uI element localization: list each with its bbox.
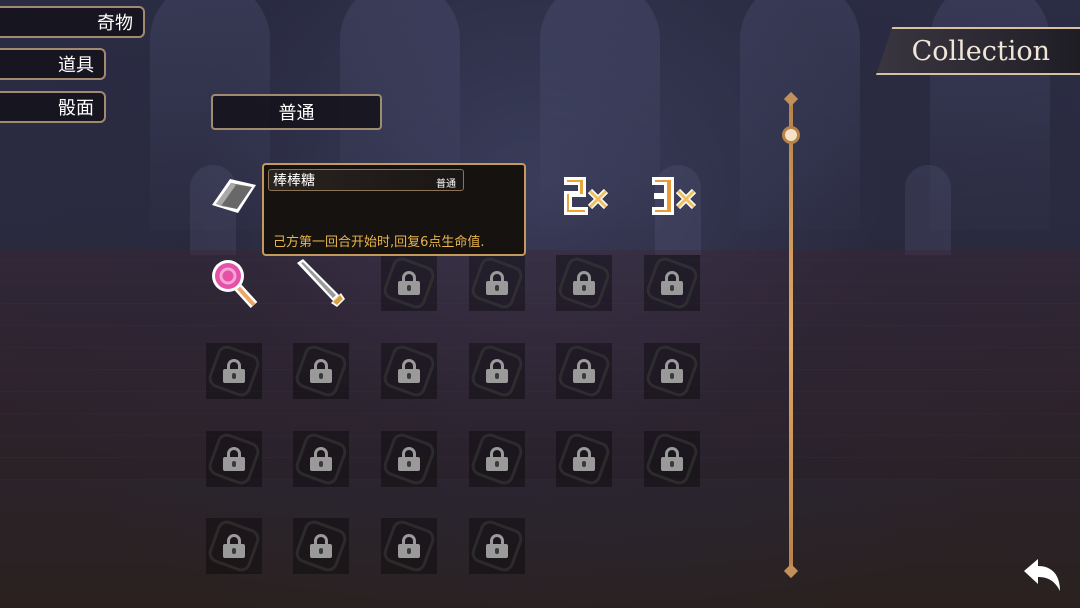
page-title: Collection [911, 35, 1050, 67]
item-slot-locked[interactable] [292, 430, 350, 488]
item-slot-locked[interactable] [643, 254, 701, 312]
back-button[interactable] [1020, 555, 1064, 595]
item-slot-locked[interactable] [205, 430, 263, 488]
item-slot-locked[interactable] [555, 430, 613, 488]
tab-label: 骰面 [58, 98, 94, 119]
lock-icon [398, 534, 420, 558]
tab-oddities[interactable]: 奇物 [0, 6, 145, 38]
lock-icon [223, 447, 245, 471]
tab-label: 道具 [58, 55, 94, 76]
tooltip-description: 己方第一回合开始时,回复6点生命值. [273, 235, 485, 250]
item-slot-locked[interactable] [380, 342, 438, 400]
item-slot-locked[interactable] [468, 342, 526, 400]
lock-icon [573, 359, 595, 383]
lock-icon [573, 447, 595, 471]
lock-icon [486, 271, 508, 295]
tooltip-rarity: 普通 [436, 179, 456, 190]
item-slot-locked[interactable] [468, 430, 526, 488]
item-slot-locked[interactable] [292, 517, 350, 575]
item-slot-locked[interactable] [292, 342, 350, 400]
lock-icon [661, 447, 683, 471]
tab-dice-faces[interactable]: 骰面 [0, 91, 106, 123]
item-slot-locked[interactable] [555, 254, 613, 312]
lock-icon [486, 447, 508, 471]
lock-icon [486, 359, 508, 383]
lock-icon [223, 359, 245, 383]
item-slot-locked[interactable] [205, 517, 263, 575]
rarity-filter-label: 普通 [278, 103, 315, 124]
collection-title-banner: Collection [876, 27, 1080, 75]
item-slot-ingot[interactable] [206, 167, 262, 223]
lock-icon [398, 359, 420, 383]
back-arrow-icon [1024, 559, 1060, 591]
lock-icon [661, 271, 683, 295]
item-slot-sword[interactable] [293, 255, 349, 311]
lock-icon [310, 359, 332, 383]
item-slot-locked[interactable] [380, 254, 438, 312]
tooltip-item-name: 棒棒糖 [273, 173, 315, 189]
lock-icon [310, 534, 332, 558]
item-slot-locked[interactable] [380, 430, 438, 488]
lock-icon [486, 534, 508, 558]
lock-icon [223, 534, 245, 558]
item-tooltip: 棒棒糖 普通 己方第一回合开始时,回复6点生命值. [262, 163, 526, 256]
item-slot-locked[interactable] [643, 342, 701, 400]
ingot-icon [212, 179, 256, 213]
rarity-filter-button[interactable]: 普通 [211, 94, 382, 130]
scrollbar-track[interactable] [789, 96, 793, 574]
item-slot-dice-two[interactable] [556, 167, 612, 223]
item-slot-locked[interactable] [468, 517, 526, 575]
number-3-icon [652, 177, 697, 215]
scrollbar-thumb[interactable] [782, 126, 800, 144]
item-slot-locked[interactable] [205, 342, 263, 400]
lock-icon [398, 271, 420, 295]
lock-icon [310, 447, 332, 471]
item-slot-locked[interactable] [380, 517, 438, 575]
sword-icon [297, 259, 345, 307]
item-slot-locked[interactable] [643, 430, 701, 488]
item-slot-locked[interactable] [555, 342, 613, 400]
item-slot-locked[interactable] [468, 254, 526, 312]
number-2-icon [564, 177, 609, 215]
lollipop-icon [212, 260, 258, 309]
tab-label: 奇物 [97, 13, 133, 34]
lock-icon [661, 359, 683, 383]
castle-background [0, 0, 1080, 608]
lock-icon [573, 271, 595, 295]
item-slot-lollipop[interactable] [206, 255, 262, 311]
tab-items[interactable]: 道具 [0, 48, 106, 80]
lock-icon [398, 447, 420, 471]
item-slot-dice-three[interactable] [644, 167, 700, 223]
